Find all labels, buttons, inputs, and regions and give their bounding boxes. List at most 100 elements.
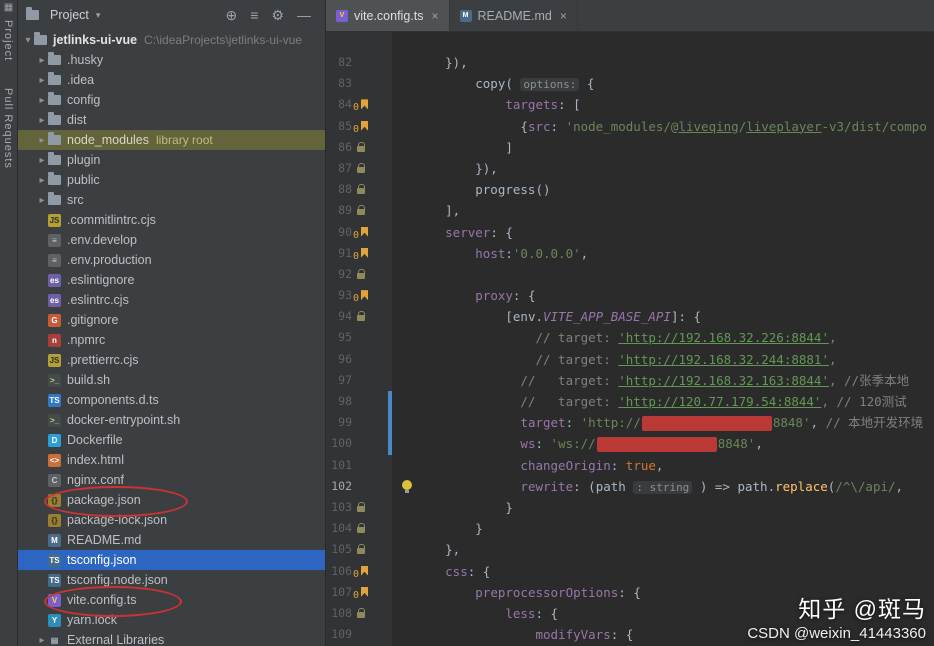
tree-item-components.d.ts[interactable]: TS components.d.ts xyxy=(18,390,325,410)
code-line-104[interactable]: 104 } xyxy=(326,518,934,539)
line-number[interactable]: 99 xyxy=(326,412,352,433)
code-line-84[interactable]: 84 0 targets: [ xyxy=(326,94,934,115)
tree-item-.eslintrc.cjs[interactable]: es .eslintrc.cjs xyxy=(18,290,325,310)
tree-item-public[interactable]: ▸ public xyxy=(18,170,325,190)
line-number[interactable]: 88 xyxy=(326,179,352,200)
close-tab-icon[interactable]: × xyxy=(560,9,567,23)
code-line-87[interactable]: 87 }), xyxy=(326,158,934,179)
tree-item-.husky[interactable]: ▸ .husky xyxy=(18,50,325,70)
line-number[interactable]: 85 xyxy=(326,116,352,137)
tree-item-.eslintignore[interactable]: es .eslintignore xyxy=(18,270,325,290)
line-number[interactable]: 87 xyxy=(326,158,352,179)
code-line-100[interactable]: 100 ws: 'ws://8848', xyxy=(326,433,934,455)
line-number[interactable]: 105 xyxy=(326,539,352,560)
stripe-pull-requests-label[interactable]: Pull Requests xyxy=(2,88,14,169)
chevron-down-icon[interactable]: ▾ xyxy=(96,10,101,21)
line-number[interactable]: 106 xyxy=(326,561,352,582)
line-number[interactable]: 95 xyxy=(326,327,352,348)
line-number[interactable]: 93 xyxy=(326,285,352,306)
code-line-101[interactable]: 101 changeOrigin: true, xyxy=(326,455,934,476)
line-number[interactable]: 97 xyxy=(326,370,352,391)
tree-item-package.json[interactable]: {} package.json xyxy=(18,486,325,517)
code-line-92[interactable]: 92 xyxy=(326,264,934,285)
tree-item-plugin[interactable]: ▸ plugin xyxy=(18,150,325,170)
hide-tool-window-icon[interactable]: — xyxy=(297,7,311,23)
tree-item-tsconfig.json[interactable]: TS tsconfig.json xyxy=(18,550,325,570)
code-line-88[interactable]: 88 progress() xyxy=(326,179,934,200)
code-line-98[interactable]: 98 // target: 'http://120.77.179.54:8844… xyxy=(326,391,934,413)
line-number[interactable]: 104 xyxy=(326,518,352,539)
line-number[interactable]: 108 xyxy=(326,603,352,624)
line-number[interactable]: 96 xyxy=(326,349,352,370)
code-line-82[interactable]: 82 }), xyxy=(326,52,934,73)
line-number[interactable]: 100 xyxy=(326,433,352,454)
line-number[interactable]: 94 xyxy=(326,306,352,327)
code-line-83[interactable]: 83 copy( options: { xyxy=(326,73,934,94)
tree-item-dist[interactable]: ▸ dist xyxy=(18,110,325,130)
code-line-86[interactable]: 86 ] xyxy=(326,137,934,158)
chevron-right-icon[interactable]: ▸ xyxy=(36,635,48,646)
code-line-99[interactable]: 99 target: 'http://8848', // 本地开发环境 xyxy=(326,412,934,434)
tree-item-nginx.conf[interactable]: Cnginx.conf xyxy=(18,470,325,490)
tree-item-node_modules[interactable]: ▸ node_modules library root xyxy=(18,130,325,150)
line-number[interactable]: 101 xyxy=(326,455,352,476)
tab-README.md[interactable]: M README.md × xyxy=(450,0,578,31)
tree-item-tsconfig.node.json[interactable]: TS tsconfig.node.json xyxy=(18,570,325,590)
project-view-selector[interactable]: Project xyxy=(50,8,89,22)
code-line-95[interactable]: 95 // target: 'http://192.168.32.226:884… xyxy=(326,327,934,348)
chevron-right-icon[interactable]: ▸ xyxy=(36,55,48,66)
code-line-91[interactable]: 91 0 host:'0.0.0.0', xyxy=(326,243,934,264)
tree-item-docker-entrypoint.sh[interactable]: >_ docker-entrypoint.sh xyxy=(18,410,325,430)
line-number[interactable]: 98 xyxy=(326,391,352,412)
chevron-right-icon[interactable]: ▸ xyxy=(36,175,48,186)
close-tab-icon[interactable]: × xyxy=(431,9,438,23)
code-line-105[interactable]: 105 }, xyxy=(326,539,934,560)
line-number[interactable]: 92 xyxy=(326,264,352,285)
tree-item-Dockerfile[interactable]: D Dockerfile xyxy=(18,430,325,450)
stripe-project-label[interactable]: Project xyxy=(2,20,14,61)
chevron-right-icon[interactable]: ▸ xyxy=(36,75,48,86)
line-number[interactable]: 82 xyxy=(326,52,352,73)
code-line-94[interactable]: 94 [env.VITE_APP_BASE_API]: { xyxy=(326,306,934,327)
intention-bulb-icon[interactable] xyxy=(402,479,412,493)
tree-item-package-lock.json[interactable]: {} package-lock.json xyxy=(18,510,325,530)
tree-item-yarn.lock[interactable]: Yyarn.lock xyxy=(18,610,325,630)
tab-vite.config.ts[interactable]: Vvite.config.ts × xyxy=(326,0,450,31)
tree-item-vite.config.ts[interactable]: Vvite.config.ts xyxy=(18,586,325,617)
tree-item-External Libraries[interactable]: ▸ ▤ External Libraries xyxy=(18,630,325,646)
line-number[interactable]: 86 xyxy=(326,137,352,158)
tree-item-index.html[interactable]: <> index.html xyxy=(18,450,325,470)
tree-item-.idea[interactable]: ▸ .idea xyxy=(18,70,325,90)
line-number[interactable]: 109 xyxy=(326,624,352,645)
tree-item-README.md[interactable]: M README.md xyxy=(18,530,325,550)
chevron-down-icon[interactable]: ▾ xyxy=(22,35,34,46)
code-line-97[interactable]: 97 // target: 'http://192.168.32.163:884… xyxy=(326,370,934,391)
chevron-right-icon[interactable]: ▸ xyxy=(36,155,48,166)
line-number[interactable]: 89 xyxy=(326,200,352,221)
tree-item-.env.production[interactable]: ≡ .env.production xyxy=(18,250,325,270)
code-line-102[interactable]: 102 rewrite: (path : string ) => path.re… xyxy=(326,476,934,497)
line-number[interactable]: 90 xyxy=(326,222,352,243)
code-line-103[interactable]: 103 } xyxy=(326,497,934,518)
line-number[interactable]: 83 xyxy=(326,73,352,94)
tree-item-config[interactable]: ▸ config xyxy=(18,90,325,110)
select-opened-file-icon[interactable]: ⊕ xyxy=(226,7,238,24)
line-number[interactable]: 103 xyxy=(326,497,352,518)
code-line-106[interactable]: 106 0 css: { xyxy=(326,561,934,582)
chevron-right-icon[interactable]: ▸ xyxy=(36,195,48,206)
tree-item-.prettierrc.cjs[interactable]: JS .prettierrc.cjs xyxy=(18,350,325,370)
code-line-93[interactable]: 93 0 proxy: { xyxy=(326,285,934,306)
line-number[interactable]: 102 xyxy=(326,476,352,497)
line-number[interactable]: 91 xyxy=(326,243,352,264)
settings-icon[interactable]: ⚙ xyxy=(271,7,284,24)
chevron-right-icon[interactable]: ▸ xyxy=(36,115,48,126)
line-number[interactable]: 107 xyxy=(326,582,352,603)
chevron-right-icon[interactable]: ▸ xyxy=(36,135,48,146)
tree-item-src[interactable]: ▸ src xyxy=(18,190,325,210)
tree-item-.env.develop[interactable]: ≡ .env.develop xyxy=(18,230,325,250)
tree-item-build.sh[interactable]: >_ build.sh xyxy=(18,370,325,390)
collapse-all-icon[interactable]: ≡ xyxy=(250,7,258,23)
tree-item-.npmrc[interactable]: n .npmrc xyxy=(18,330,325,350)
code-line-85[interactable]: 85 0 {src: 'node_modules/@liveqing/livepl… xyxy=(326,116,934,137)
chevron-right-icon[interactable]: ▸ xyxy=(36,95,48,106)
